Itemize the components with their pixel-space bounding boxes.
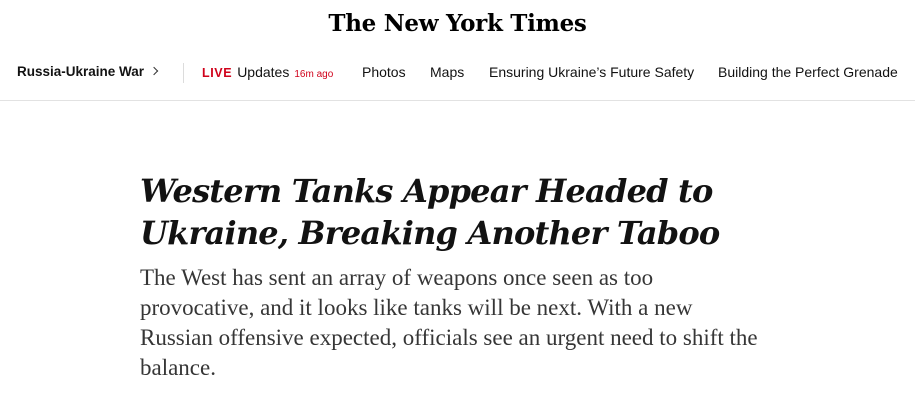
nav-link-maps[interactable]: Maps <box>430 64 464 80</box>
section-title-label: Russia-Ukraine War <box>17 64 145 79</box>
nav-divider <box>183 63 184 83</box>
article-header: Western Tanks Appear Headed to Ukraine, … <box>140 170 780 383</box>
article-headline: Western Tanks Appear Headed to Ukraine, … <box>140 172 720 252</box>
nav-link-ukraine-future-safety[interactable]: Ensuring Ukraine’s Future Safety <box>489 64 694 80</box>
section-subnav: Russia-Ukraine War LIVE Updates 16m ago … <box>0 46 915 101</box>
article-summary: The West has sent an array of weapons on… <box>140 265 758 380</box>
live-timestamp: 16m ago <box>294 69 334 80</box>
nav-link-photos[interactable]: Photos <box>362 64 406 80</box>
nyt-logo[interactable]: The New York Times <box>328 10 586 37</box>
chevron-right-icon <box>149 66 159 76</box>
live-updates-link[interactable]: LIVE Updates 16m ago <box>202 64 333 80</box>
live-updates-label: Updates <box>237 64 290 80</box>
masthead: The New York Times <box>0 0 915 44</box>
live-badge: LIVE <box>202 66 233 80</box>
section-title-link[interactable]: Russia-Ukraine War <box>17 64 159 79</box>
nav-link-perfect-grenade[interactable]: Building the Perfect Grenade <box>718 64 898 80</box>
